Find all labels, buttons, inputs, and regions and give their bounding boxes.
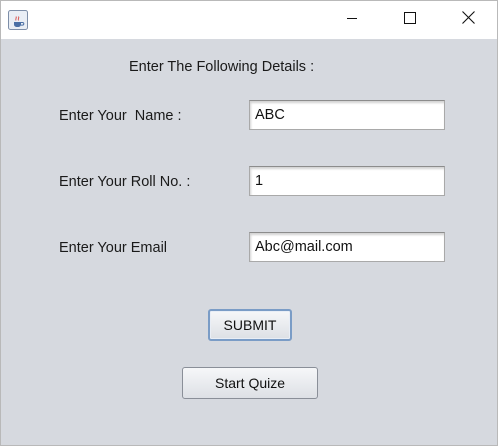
form-heading: Enter The Following Details :	[129, 59, 315, 75]
email-label: Enter Your Email	[59, 240, 168, 256]
close-button[interactable]	[439, 1, 497, 39]
start-quiz-button-label: Start Quize	[214, 375, 286, 391]
name-field[interactable]: ABC	[249, 100, 445, 130]
name-label: Enter Your Name :	[59, 108, 182, 124]
start-quiz-button[interactable]: Start Quize	[182, 367, 318, 399]
form-panel: Enter The Following Details : Enter Your…	[1, 39, 497, 445]
maximize-button[interactable]	[381, 1, 439, 39]
minimize-button[interactable]	[323, 1, 381, 39]
email-field[interactable]: Abc@mail.com	[249, 232, 445, 262]
submit-button-label: SUBMIT	[223, 317, 277, 333]
title-bar[interactable]	[1, 1, 497, 39]
submit-button[interactable]: SUBMIT	[208, 309, 292, 341]
minimize-icon	[346, 11, 358, 29]
java-cup-icon[interactable]	[8, 10, 28, 30]
maximize-icon	[404, 11, 416, 29]
roll-number-label: Enter Your Roll No. :	[59, 174, 191, 190]
close-icon	[461, 11, 475, 29]
roll-number-field[interactable]: 1	[249, 166, 445, 196]
app-window: Enter The Following Details : Enter Your…	[0, 0, 498, 446]
